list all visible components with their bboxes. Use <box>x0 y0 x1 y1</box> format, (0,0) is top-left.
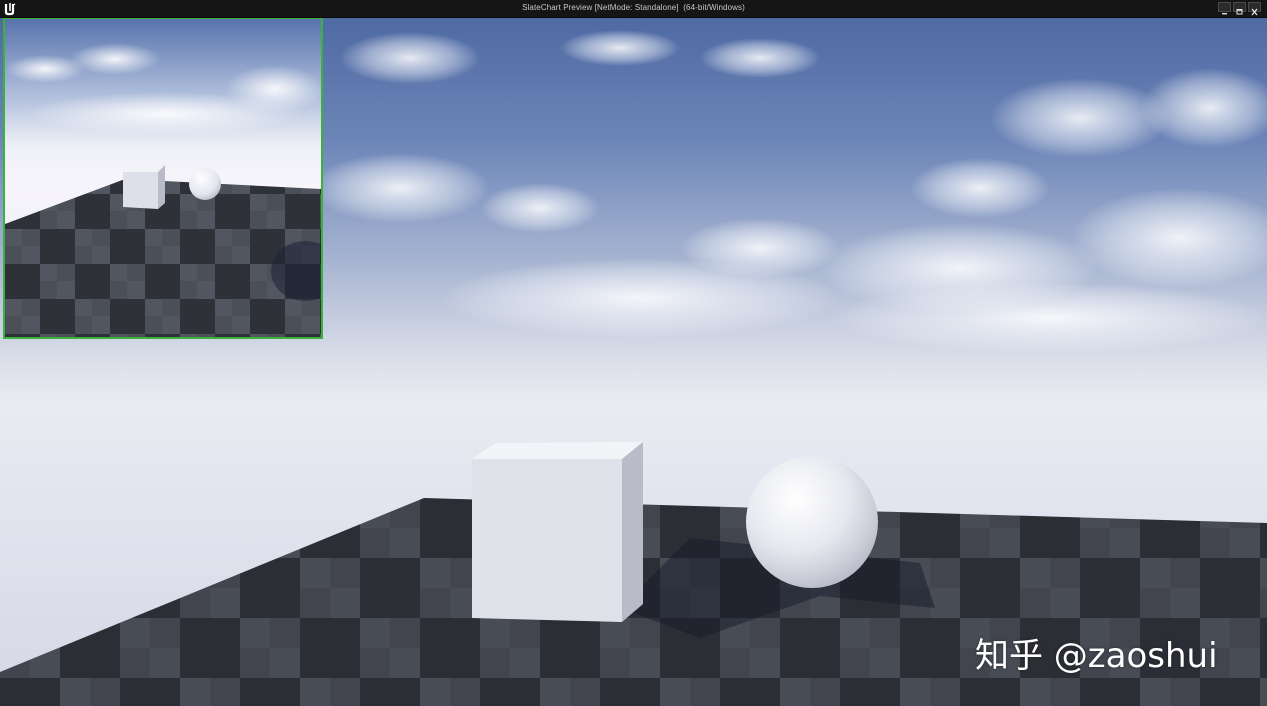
maximize-icon <box>1234 8 1245 16</box>
minimize-icon <box>1219 8 1230 16</box>
title-bar[interactable]: SlateChart Preview [NetMode: Standalone]… <box>0 0 1267 18</box>
close-icon <box>1249 8 1260 16</box>
pip-viewport[interactable] <box>3 17 323 339</box>
window-controls <box>1218 2 1261 12</box>
sphere <box>746 456 878 588</box>
cube <box>472 442 643 622</box>
minimize-button[interactable] <box>1218 2 1231 12</box>
close-button[interactable] <box>1248 2 1261 12</box>
pip-scene-render <box>5 19 321 337</box>
pip-sphere <box>189 168 221 200</box>
pip-cube <box>123 165 165 209</box>
watermark-text: 知乎 @zaoshui <box>975 628 1218 677</box>
app-window: SlateChart Preview [NetMode: Standalone]… <box>0 0 1267 706</box>
window-title: SlateChart Preview [NetMode: Standalone]… <box>0 3 1267 12</box>
maximize-button[interactable] <box>1233 2 1246 12</box>
